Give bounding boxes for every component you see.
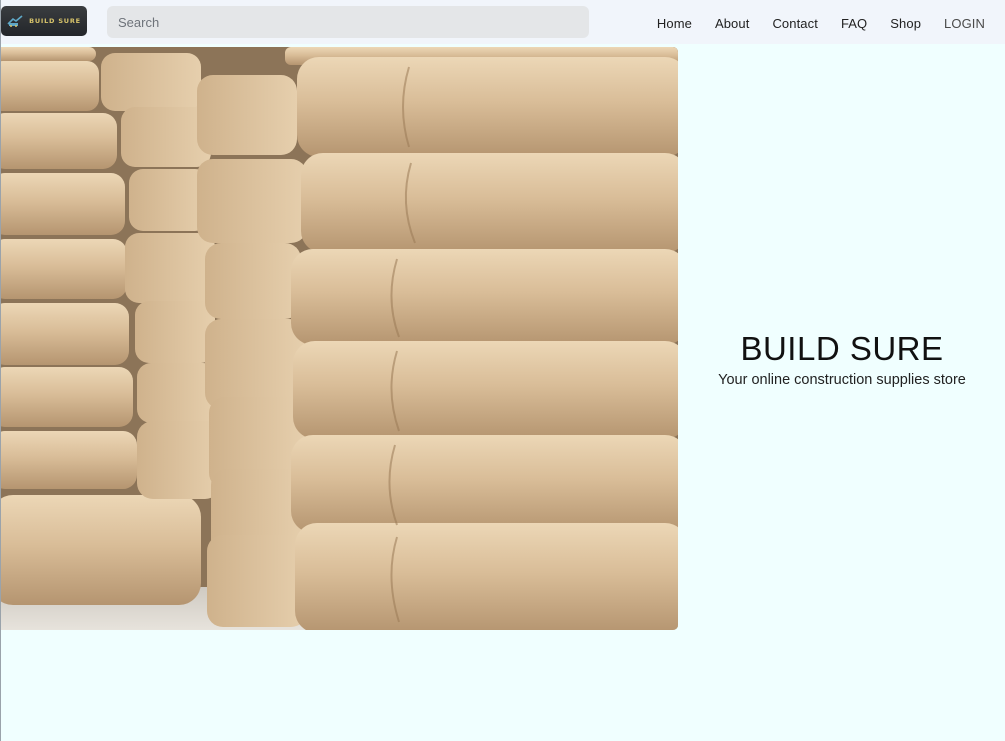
- hero-subtitle: Your online construction supplies store: [718, 372, 966, 388]
- hero-image: [1, 47, 678, 630]
- nav-contact-link[interactable]: Contact: [772, 16, 818, 31]
- brand-logo-text: BUILD SURE: [29, 17, 81, 25]
- right-bag-stack: [285, 47, 678, 630]
- top-navbar: BUILD SURE Home About Contact FAQ Shop L…: [1, 0, 1005, 44]
- truck-logo-icon: [7, 15, 23, 27]
- nav-home-link[interactable]: Home: [657, 16, 692, 31]
- nav-login-link[interactable]: LOGIN: [944, 16, 985, 31]
- hero-text-block: BUILD SURE Your online construction supp…: [678, 330, 1005, 388]
- cement-bags-illustration: [1, 47, 678, 630]
- search-input[interactable]: [107, 6, 589, 38]
- hero-title: BUILD SURE: [740, 330, 944, 367]
- main-nav: Home About Contact FAQ Shop LOGIN: [657, 16, 985, 31]
- nav-faq-link[interactable]: FAQ: [841, 16, 867, 31]
- nav-about-link[interactable]: About: [715, 16, 749, 31]
- nav-shop-link[interactable]: Shop: [890, 16, 921, 31]
- brand-logo[interactable]: BUILD SURE: [1, 6, 87, 36]
